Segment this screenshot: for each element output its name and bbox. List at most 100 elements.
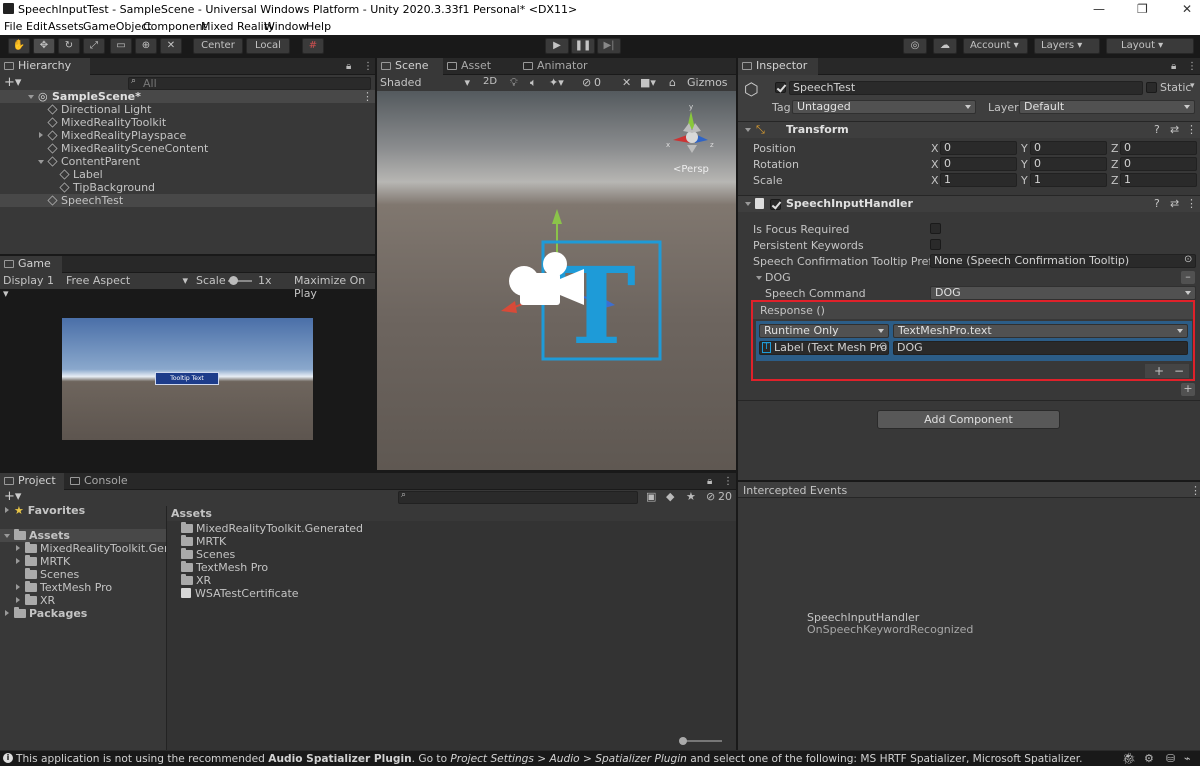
tag-dropdown[interactable]: Untagged xyxy=(792,100,976,114)
fold-closed-icon[interactable] xyxy=(16,597,20,603)
remove-keyword-button[interactable]: – xyxy=(1181,271,1195,284)
component-menu-icon[interactable]: ⋮ xyxy=(1186,197,1197,210)
tab-console[interactable]: Console xyxy=(66,473,132,490)
close-icon[interactable]: ✕ xyxy=(1182,2,1192,16)
project-tree-item[interactable]: TextMesh Pro xyxy=(0,581,166,594)
project-create-icon[interactable]: +▾ xyxy=(4,489,21,504)
hidden-packages-icon[interactable]: ⊘ xyxy=(706,490,715,503)
hierarchy-item[interactable]: Label xyxy=(0,168,375,181)
icon-size-slider-thumb[interactable] xyxy=(679,737,687,745)
filter-type-icon[interactable]: ▣ xyxy=(646,490,656,503)
fold-closed-icon[interactable] xyxy=(16,558,20,564)
perspective-label[interactable]: <Persp xyxy=(673,164,709,175)
custom-tool-icon[interactable]: ✕ xyxy=(160,38,182,54)
scale-tool-icon[interactable]: ⤢ xyxy=(83,38,105,54)
minimize-icon[interactable]: — xyxy=(1093,2,1105,16)
effects-icon[interactable]: ✦▾ xyxy=(549,76,564,89)
assets-root-row[interactable]: Assets xyxy=(0,529,166,542)
scale-x-field[interactable]: 1 xyxy=(940,173,1017,187)
add-keyword-button[interactable]: + xyxy=(1181,383,1195,396)
rotate-tool-icon[interactable]: ↻ xyxy=(58,38,80,54)
transform-header[interactable]: ⤡ Transform ? ⇄ ⋮ xyxy=(738,121,1200,138)
tooltip-prefab-field[interactable]: None (Speech Confirmation Tooltip) xyxy=(930,254,1196,268)
asset-item[interactable]: WSATestCertificate xyxy=(167,587,736,600)
pause-button[interactable]: ❚❚ xyxy=(571,38,595,54)
pivot-center-button[interactable]: Center xyxy=(193,38,243,54)
layout-dropdown[interactable]: Layout ▾ xyxy=(1106,38,1194,54)
tab-animator[interactable]: Animator xyxy=(519,58,589,75)
rect-tool-icon[interactable]: ▭ xyxy=(110,38,132,54)
persistent-keywords-checkbox[interactable] xyxy=(930,239,941,250)
collab-icon[interactable]: ◎ xyxy=(903,38,927,54)
menu-file[interactable]: File xyxy=(4,20,22,33)
asset-item[interactable]: MRTK xyxy=(167,535,736,548)
speech-command-dropdown[interactable]: DOG xyxy=(930,286,1196,300)
debug-icon[interactable]: 🐞︎ xyxy=(1122,752,1136,765)
cloud-icon[interactable]: ☁ xyxy=(933,38,957,54)
fold-open-icon[interactable] xyxy=(4,534,10,538)
camera-icon[interactable]: ■▾ xyxy=(640,76,656,89)
position-z-field[interactable]: 0 xyxy=(1120,141,1197,155)
cache-icon[interactable]: ⛁ xyxy=(1166,752,1175,765)
scene-viewport[interactable]: x z y T <Persp xyxy=(377,91,736,470)
fold-open-icon[interactable] xyxy=(38,160,44,164)
focus-required-checkbox[interactable] xyxy=(930,223,941,234)
progress-icon[interactable]: ⚙ xyxy=(1144,752,1154,765)
project-menu-icon[interactable]: ⋮ xyxy=(723,476,733,487)
fold-open-icon[interactable] xyxy=(745,202,751,206)
rotation-x-field[interactable]: 0 xyxy=(940,157,1017,171)
add-listener-button[interactable]: + xyxy=(1154,364,1164,378)
fold-closed-icon[interactable] xyxy=(5,610,9,616)
account-dropdown[interactable]: Account ▾ xyxy=(963,38,1028,54)
packages-row[interactable]: Packages xyxy=(0,607,166,620)
menu-component[interactable]: Component xyxy=(143,20,207,33)
tab-game[interactable]: Game xyxy=(0,256,62,273)
status-message[interactable]: This application is not using the recomm… xyxy=(16,753,1083,765)
global-icon[interactable]: ⌂ xyxy=(669,76,676,89)
favorites-row[interactable]: ★ Favorites xyxy=(0,504,166,517)
hand-tool-icon[interactable]: ✋ xyxy=(8,38,30,54)
hierarchy-item[interactable]: Directional Light xyxy=(0,103,375,116)
menu-gameobject[interactable]: GameObject xyxy=(83,20,152,33)
remove-listener-button[interactable]: − xyxy=(1174,364,1184,378)
component-menu-icon[interactable]: ⋮ xyxy=(1186,123,1197,136)
events-menu-icon[interactable]: ⋮ xyxy=(1190,484,1200,497)
menu-assets[interactable]: Assets xyxy=(48,20,84,33)
transform-tool-icon[interactable]: ⊕ xyxy=(135,38,157,54)
hierarchy-item-selected[interactable]: SpeechTest xyxy=(0,194,375,207)
breadcrumb-assets[interactable]: Assets xyxy=(171,507,212,520)
object-name-input[interactable]: SpeechTest xyxy=(789,81,1143,95)
scale-y-field[interactable]: 1 xyxy=(1030,173,1107,187)
speech-handler-header[interactable]: SpeechInputHandler ? ⇄ ⋮ xyxy=(738,195,1200,212)
rotation-z-field[interactable]: 0 xyxy=(1120,157,1197,171)
position-y-field[interactable]: 0 xyxy=(1030,141,1107,155)
pivot-local-button[interactable]: Local xyxy=(246,38,290,54)
move-tool-icon[interactable]: ✥ xyxy=(33,38,55,54)
shading-dropdown[interactable]: Shaded ▾ xyxy=(380,76,472,89)
fold-closed-icon[interactable] xyxy=(5,507,9,513)
active-checkbox[interactable] xyxy=(775,82,786,93)
hierarchy-item[interactable]: MixedRealityPlayspace xyxy=(0,129,375,142)
project-tree-item[interactable]: MixedRealityToolkit.Genera xyxy=(0,542,166,555)
menu-edit[interactable]: Edit xyxy=(26,20,47,33)
component-enabled-checkbox[interactable] xyxy=(770,199,781,210)
project-tree-item[interactable]: Scenes xyxy=(0,568,166,581)
help-icon[interactable]: ? xyxy=(1154,197,1160,210)
fold-open-icon[interactable] xyxy=(745,128,751,132)
lighting-icon[interactable]: 💡︎ xyxy=(510,76,518,90)
preset-icon[interactable]: ⇄ xyxy=(1170,197,1179,210)
tab-scene[interactable]: Scene xyxy=(377,58,443,75)
object-picker-icon[interactable]: ⊙ xyxy=(879,341,887,352)
inspector-lock-icon[interactable]: 🔒︎ xyxy=(1171,61,1176,72)
icon-size-slider[interactable] xyxy=(682,740,722,742)
tab-project[interactable]: Project xyxy=(0,473,64,490)
object-picker-icon[interactable]: ⊙ xyxy=(1184,254,1192,265)
target-object-field[interactable]: Label (Text Mesh Pro) xyxy=(759,341,889,355)
layers-dropdown[interactable]: Layers ▾ xyxy=(1034,38,1100,54)
hierarchy-item[interactable]: TipBackground xyxy=(0,181,375,194)
hierarchy-item[interactable]: MixedRealityToolkit xyxy=(0,116,375,129)
filter-label-icon[interactable]: ◆ xyxy=(666,490,674,503)
help-icon[interactable]: ? xyxy=(1154,123,1160,136)
project-tree-item[interactable]: MRTK xyxy=(0,555,166,568)
project-search-input[interactable] xyxy=(398,491,638,504)
